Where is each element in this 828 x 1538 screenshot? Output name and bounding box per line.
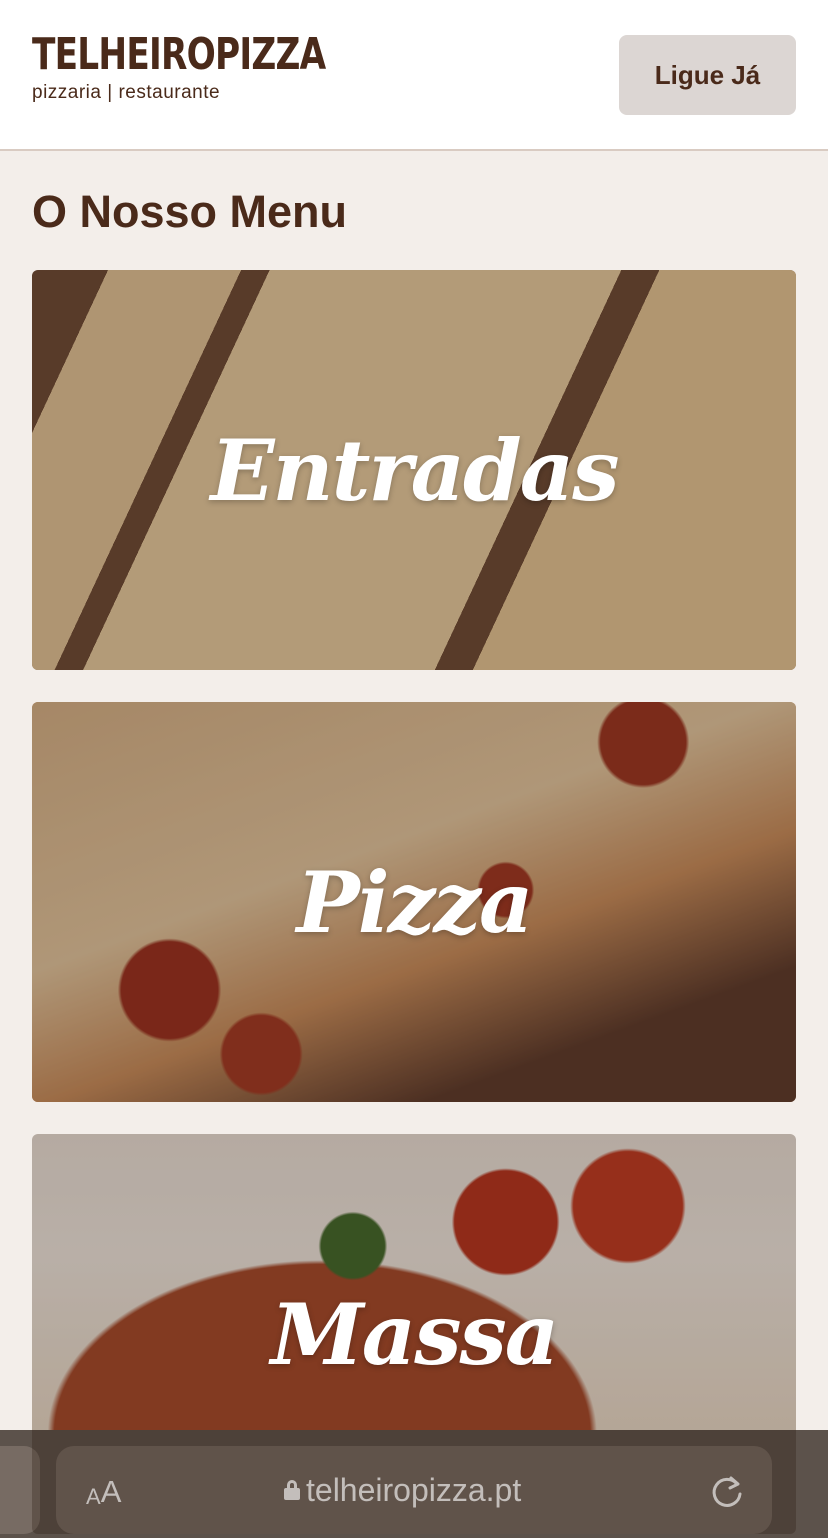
call-now-button[interactable]: Ligue Já (619, 35, 796, 115)
menu-card-massa[interactable]: Massa (32, 1134, 796, 1534)
menu-card-entradas[interactable]: Entradas (32, 270, 796, 670)
brand-logo[interactable]: TELHEIROPIZZA pizzaria | restaurante (32, 30, 408, 104)
brand-name: TELHEIROPIZZA (32, 29, 326, 80)
menu-card-label: Pizza (296, 852, 534, 952)
site-header: TELHEIROPIZZA pizzaria | restaurante Lig… (0, 0, 828, 151)
menu-card-label: Massa (270, 1284, 559, 1384)
menu-card-label: Entradas (210, 420, 619, 520)
brand-tagline: pizzaria | restaurante (32, 82, 221, 103)
page-title: O Nosso Menu (32, 186, 348, 237)
menu-card-pizza[interactable]: Pizza (32, 702, 796, 1102)
